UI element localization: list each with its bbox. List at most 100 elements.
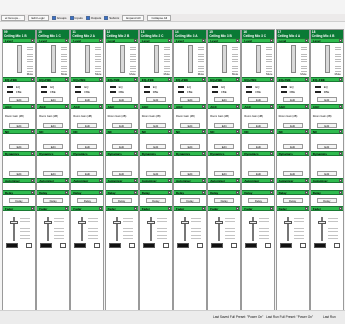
fader-knob[interactable] xyxy=(112,221,121,224)
nc-edit-button[interactable]: Edit xyxy=(9,144,29,149)
collapse-icon[interactable] xyxy=(304,191,308,194)
bypass-icon[interactable] xyxy=(7,91,13,94)
fader-value-box[interactable] xyxy=(108,243,121,248)
fader-knob[interactable] xyxy=(44,221,53,224)
collapse-icon[interactable] xyxy=(133,39,137,42)
fader-value-box[interactable] xyxy=(313,243,326,248)
collapse-icon[interactable] xyxy=(202,130,205,133)
collapse-icon[interactable] xyxy=(167,130,171,133)
collapse-icon[interactable] xyxy=(202,152,205,155)
channel-header[interactable]: 16 Ceiling Mic 3 C xyxy=(242,30,275,38)
dynamics-edit-button[interactable]: Edit xyxy=(214,171,235,176)
collapse-icon[interactable] xyxy=(65,130,69,133)
collapse-icon[interactable] xyxy=(99,191,103,194)
dynamics-edit-button[interactable]: Edit xyxy=(282,171,303,176)
collapse-icon[interactable] xyxy=(133,152,137,155)
collapse-icon[interactable] xyxy=(338,39,342,42)
collapse-icon[interactable] xyxy=(167,152,171,155)
eq-edit-button[interactable]: Edit xyxy=(316,97,337,102)
collapse-icon[interactable] xyxy=(338,179,342,182)
fader-mute-button[interactable] xyxy=(26,243,32,248)
dynamics-edit-button[interactable]: Edit xyxy=(145,171,166,176)
fader-knob[interactable] xyxy=(181,221,189,224)
bypass-icon[interactable] xyxy=(314,91,321,94)
eq-edit-button[interactable]: Edit xyxy=(180,97,200,102)
agc-edit-button[interactable]: Edit xyxy=(282,123,303,128)
bypass-icon[interactable] xyxy=(109,91,116,94)
collapse-icon[interactable] xyxy=(202,207,205,210)
collapse-icon[interactable] xyxy=(65,78,69,81)
collapse-icon[interactable] xyxy=(31,207,34,210)
fader-mute-button[interactable] xyxy=(299,243,306,248)
collapse-icon[interactable] xyxy=(338,78,342,81)
channel-header[interactable]: 17 Ceiling Mic 4 A xyxy=(276,30,309,38)
dynamics-edit-button[interactable]: Edit xyxy=(316,171,337,176)
collapse-icon[interactable] xyxy=(65,152,69,155)
fader-value-box[interactable] xyxy=(211,243,224,248)
nc-edit-button[interactable]: Edit xyxy=(316,144,337,149)
delay-button[interactable]: Delay xyxy=(282,198,303,203)
collapse-icon[interactable] xyxy=(338,191,342,194)
collapse-icon[interactable] xyxy=(167,207,171,210)
collapse-icon[interactable] xyxy=(304,207,308,210)
mute-label[interactable]: Mute xyxy=(27,72,33,76)
dynamics-edit-button[interactable]: Edit xyxy=(180,171,200,176)
channel-header[interactable]: 11 Ceiling Mic 2 A xyxy=(71,30,104,38)
dynamics-edit-button[interactable]: Edit xyxy=(77,171,98,176)
fader-value-box[interactable] xyxy=(142,243,155,248)
collapse-icon[interactable] xyxy=(133,105,137,108)
collapse-icon[interactable] xyxy=(31,130,34,133)
nc-edit-button[interactable]: Edit xyxy=(214,144,235,149)
fader-mute-button[interactable] xyxy=(197,243,203,248)
collapse-icon[interactable] xyxy=(65,207,69,210)
delay-button[interactable]: Delay xyxy=(248,198,269,203)
collapse-icon[interactable] xyxy=(202,179,205,182)
agc-edit-button[interactable]: Edit xyxy=(316,123,337,128)
dynamics-edit-button[interactable]: Edit xyxy=(9,171,29,176)
bypass-icon[interactable] xyxy=(280,91,287,94)
bypass-icon[interactable] xyxy=(143,91,150,94)
collapse-icon[interactable] xyxy=(270,152,274,155)
submix-checkbox[interactable]: Submix xyxy=(104,15,119,20)
edit-logic-button[interactable]: Edit Logic xyxy=(27,14,49,21)
bypass-icon[interactable] xyxy=(212,91,219,94)
fader-knob[interactable] xyxy=(78,221,87,224)
channel-header[interactable]: 12 Ceiling Mic 2 B xyxy=(105,30,138,38)
fader-knob[interactable] xyxy=(249,221,258,224)
collapse-icon[interactable] xyxy=(270,39,274,42)
collapse-icon[interactable] xyxy=(167,105,171,108)
expand-all-button[interactable]: Expand All xyxy=(122,14,145,21)
collapse-icon[interactable] xyxy=(31,191,34,194)
eq-edit-button[interactable]: Edit xyxy=(282,97,303,102)
collapse-icon[interactable] xyxy=(167,191,171,194)
eq-edit-button[interactable]: Edit xyxy=(9,97,29,102)
mute-label[interactable]: Mute xyxy=(335,72,341,76)
dynamics-edit-button[interactable]: Edit xyxy=(111,171,132,176)
nc-edit-button[interactable]: Edit xyxy=(77,144,98,149)
collapse-icon[interactable] xyxy=(270,207,274,210)
fader-value-box[interactable] xyxy=(6,243,18,248)
mute-label[interactable]: Mute xyxy=(266,72,272,76)
inputs-checkbox[interactable]: Inputs xyxy=(69,15,83,20)
bypass-icon[interactable] xyxy=(75,86,82,89)
collapse-icon[interactable] xyxy=(167,78,171,81)
fader-value-box[interactable] xyxy=(40,243,53,248)
fader-mute-button[interactable] xyxy=(162,243,169,248)
outputs-checkbox[interactable]: Outputs xyxy=(85,15,101,20)
delay-button[interactable]: Delay xyxy=(180,198,200,203)
collapse-icon[interactable] xyxy=(236,179,240,182)
agc-edit-button[interactable]: Edit xyxy=(43,123,64,128)
collapse-icon[interactable] xyxy=(167,39,171,42)
collapse-icon[interactable] xyxy=(304,179,308,182)
collapse-icon[interactable] xyxy=(31,152,34,155)
collapse-icon[interactable] xyxy=(99,78,103,81)
collapse-icon[interactable] xyxy=(133,191,137,194)
collapse-icon[interactable] xyxy=(304,152,308,155)
mute-label[interactable]: Mute xyxy=(300,72,306,76)
delay-button[interactable]: Delay xyxy=(43,198,64,203)
collapse-icon[interactable] xyxy=(338,152,342,155)
channel-header[interactable]: 13 Ceiling Mic 2 C xyxy=(139,30,172,38)
nc-edit-button[interactable]: Edit xyxy=(180,144,200,149)
collapse-icon[interactable] xyxy=(270,105,274,108)
collapse-icon[interactable] xyxy=(99,207,103,210)
